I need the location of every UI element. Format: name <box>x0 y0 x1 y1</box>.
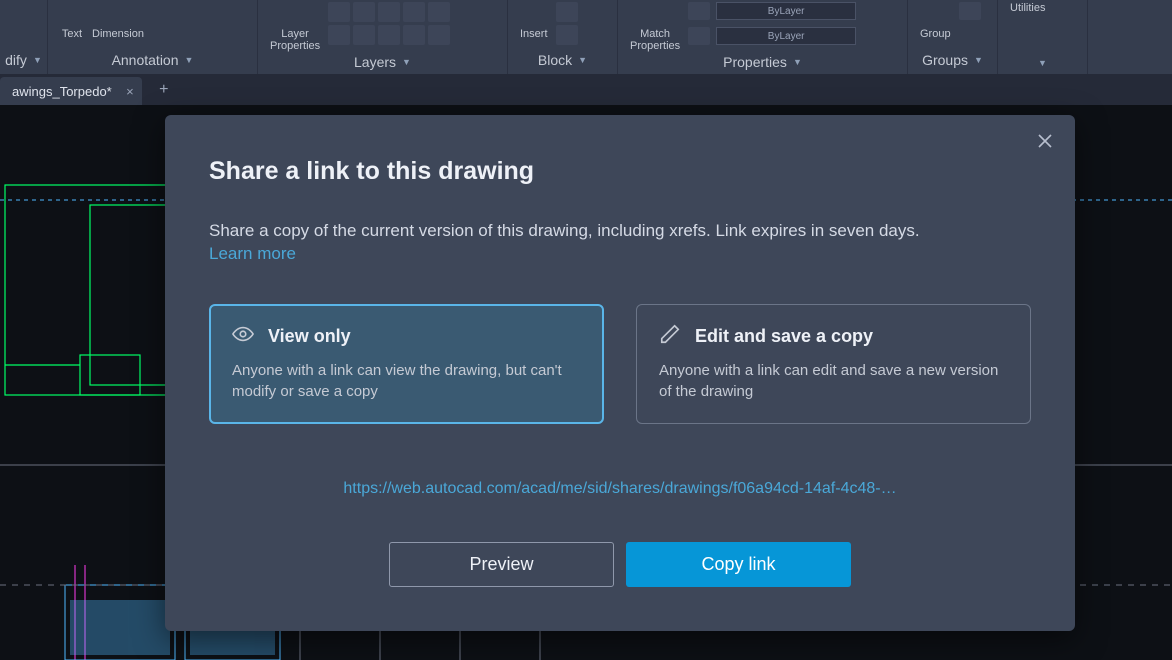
ribbon-item-label: Dimension <box>92 28 144 40</box>
tabbar: awings_Torpedo* × + <box>0 75 1172 105</box>
ribbon-group-layers: Layer Properties Layers▼ <box>258 0 508 74</box>
option-view-only[interactable]: View only Anyone with a link can view th… <box>209 304 604 425</box>
learn-more-link[interactable]: Learn more <box>209 244 296 264</box>
add-tab-button[interactable]: + <box>152 78 176 102</box>
match-icon <box>643 2 667 26</box>
layer-tool-icon[interactable] <box>353 25 375 45</box>
close-icon <box>1037 133 1053 149</box>
lineweight-icon[interactable] <box>688 27 710 45</box>
ribbon-item-layer-properties[interactable]: Layer Properties <box>270 2 320 52</box>
close-button[interactable] <box>1037 133 1053 154</box>
option-edit-copy[interactable]: Edit and save a copy Anyone with a link … <box>636 304 1031 425</box>
ribbon-group-groups: Group Groups▼ <box>908 0 998 74</box>
ribbon: dify▼ Text Dimension Annotation▼ Layer P… <box>0 0 1172 75</box>
ribbon-item-utilities[interactable]: Utilities <box>1010 2 1045 14</box>
group-icon <box>923 2 947 26</box>
ribbon-item-text[interactable]: Text <box>60 2 84 40</box>
layer-tool-icon[interactable] <box>403 25 425 45</box>
ribbon-group-block: Insert Block▼ <box>508 0 618 74</box>
layers-icon <box>283 2 307 26</box>
bylayer-dropdown[interactable]: ByLayer <box>716 2 856 20</box>
insert-icon <box>522 2 546 26</box>
group-tool-icon[interactable] <box>959 2 981 20</box>
share-options: View only Anyone with a link can view th… <box>209 304 1031 425</box>
ribbon-group-utilities: Utilities ▼ <box>998 0 1088 74</box>
ribbon-item-label: Group <box>920 28 951 40</box>
preview-button[interactable]: Preview <box>389 542 614 587</box>
ribbon-label-utilities[interactable]: ▼ <box>998 54 1087 74</box>
dialog-title: Share a link to this drawing <box>209 157 1031 186</box>
ribbon-label-groups[interactable]: Groups▼ <box>908 48 997 74</box>
dialog-buttons: Preview Copy link <box>209 542 1031 587</box>
dialog-description: Share a copy of the current version of t… <box>209 218 1031 244</box>
ribbon-item-dimension[interactable]: Dimension <box>92 2 144 40</box>
layer-tool-icon[interactable] <box>378 2 400 22</box>
share-dialog: Share a link to this drawing Share a cop… <box>165 115 1075 631</box>
layer-tool-icon[interactable] <box>428 25 450 45</box>
ribbon-group-properties: Match Properties ByLayer ByLayer Propert… <box>618 0 908 74</box>
option-title: View only <box>268 326 351 347</box>
layer-tool-icon[interactable] <box>378 25 400 45</box>
layer-tools <box>328 2 450 45</box>
block-tool-icon[interactable] <box>556 2 578 22</box>
ribbon-label-annotation[interactable]: Annotation▼ <box>48 48 257 74</box>
ribbon-item-label: Insert <box>520 28 548 40</box>
bylayer-dropdown[interactable]: ByLayer <box>716 27 856 45</box>
ribbon-item-label: Match Properties <box>630 28 680 52</box>
layer-tool-icon[interactable] <box>403 2 425 22</box>
option-title: Edit and save a copy <box>695 326 873 347</box>
block-tool-icon[interactable] <box>556 25 578 45</box>
layer-tool-icon[interactable] <box>328 25 350 45</box>
layer-tool-icon[interactable] <box>428 2 450 22</box>
text-icon <box>60 2 84 26</box>
ribbon-label-layers[interactable]: Layers▼ <box>258 50 507 76</box>
option-desc: Anyone with a link can edit and save a n… <box>659 360 1008 404</box>
ribbon-item-match-properties[interactable]: Match Properties <box>630 2 680 52</box>
close-icon[interactable]: × <box>126 84 134 99</box>
ribbon-item-label: Layer Properties <box>270 28 320 52</box>
document-tab[interactable]: awings_Torpedo* × <box>0 77 142 105</box>
option-desc: Anyone with a link can view the drawing,… <box>232 360 581 404</box>
ribbon-label-properties[interactable]: Properties▼ <box>618 50 907 76</box>
eye-icon <box>232 323 254 350</box>
layer-tool-icon[interactable] <box>353 2 375 22</box>
share-url[interactable]: https://web.autocad.com/acad/me/sid/shar… <box>209 480 1031 498</box>
ribbon-item-label: Utilities <box>1010 2 1045 14</box>
ribbon-label-block[interactable]: Block▼ <box>508 48 617 74</box>
copy-link-button[interactable]: Copy link <box>626 542 851 587</box>
ribbon-item-label: Text <box>62 28 82 40</box>
color-swatch-icon[interactable] <box>688 2 710 20</box>
tab-label: awings_Torpedo* <box>12 84 112 99</box>
ribbon-group-modify: dify▼ <box>0 0 48 74</box>
ribbon-group-annotation: Text Dimension Annotation▼ <box>48 0 258 74</box>
ribbon-item-insert[interactable]: Insert <box>520 2 548 40</box>
pencil-icon <box>659 323 681 350</box>
ribbon-label-modify[interactable]: dify▼ <box>0 48 47 74</box>
dimension-icon <box>106 2 130 26</box>
layer-tool-icon[interactable] <box>328 2 350 22</box>
ribbon-item-group[interactable]: Group <box>920 2 951 40</box>
